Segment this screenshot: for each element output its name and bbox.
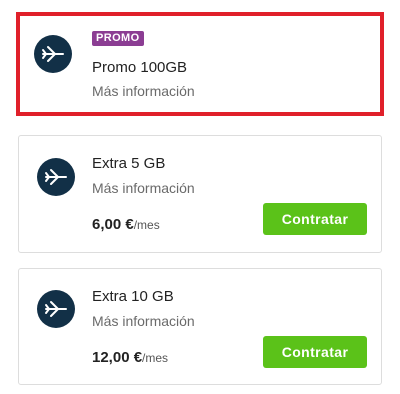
plane-icon xyxy=(37,290,75,328)
plan-price: 6,00 €/mes xyxy=(92,216,160,233)
contratar-button[interactable]: Contratar xyxy=(263,336,367,368)
price-amount: 12,00 € xyxy=(92,349,143,366)
plane-icon xyxy=(37,158,75,196)
plan-price: 12,00 €/mes xyxy=(92,349,168,366)
plane-icon xyxy=(34,35,72,73)
price-amount: 6,00 € xyxy=(92,216,134,233)
extra-5gb-card: Extra 5 GB Más información 6,00 €/mes Co… xyxy=(18,135,382,253)
more-info-link[interactable]: Más información xyxy=(92,83,195,99)
plan-title: Promo 100GB xyxy=(92,59,188,76)
price-period: /mes xyxy=(133,218,160,232)
contratar-button[interactable]: Contratar xyxy=(263,203,367,235)
more-info-link[interactable]: Más información xyxy=(92,180,195,196)
plan-title: Extra 10 GB xyxy=(92,288,174,305)
extra-10gb-card: Extra 10 GB Más información 12,00 €/mes … xyxy=(18,268,382,385)
plan-title: Extra 5 GB xyxy=(92,155,166,172)
promo-100gb-card[interactable]: PROMO Promo 100GB Más información xyxy=(16,12,384,116)
price-period: /mes xyxy=(142,351,169,365)
more-info-link[interactable]: Más información xyxy=(92,313,195,329)
promo-badge: PROMO xyxy=(92,31,144,46)
